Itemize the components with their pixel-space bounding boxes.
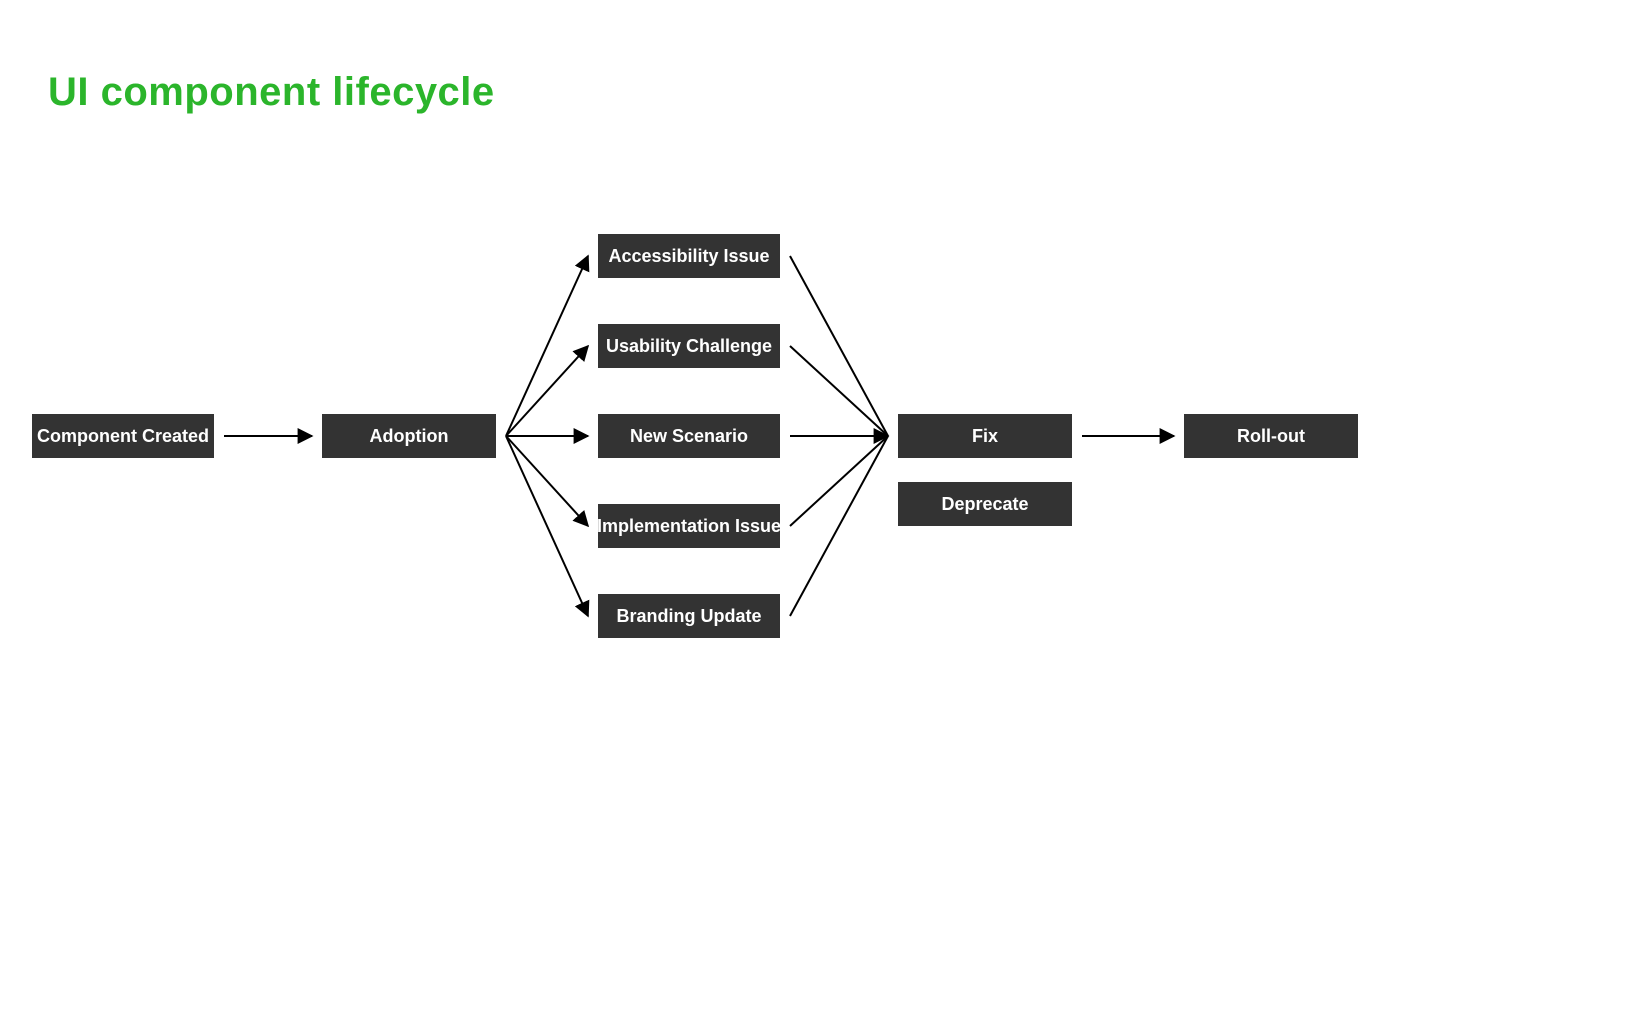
edges-layer [0,0,1647,1024]
node-usability-challenge: Usability Challenge [598,324,780,368]
node-fix: Fix [898,414,1072,458]
edge-access-fix [790,256,888,436]
edge-impl-fix [790,436,888,526]
node-roll-out: Roll-out [1184,414,1358,458]
node-implementation-issue: Implementation Issue [598,504,780,548]
node-new-scenario: New Scenario [598,414,780,458]
node-accessibility-issue: Accessibility Issue [598,234,780,278]
edge-usability-fix [790,346,888,436]
edge-adoption-usability [506,346,588,436]
edge-adoption-access [506,256,588,436]
node-adoption: Adoption [322,414,496,458]
diagram-canvas: UI component lifecycle Component Created… [0,0,1647,1024]
edge-adoption-impl [506,436,588,526]
node-component-created: Component Created [32,414,214,458]
node-branding-update: Branding Update [598,594,780,638]
edge-brand-fix [790,436,888,616]
diagram-title: UI component lifecycle [48,70,495,115]
edge-adoption-brand [506,436,588,616]
node-deprecate: Deprecate [898,482,1072,526]
